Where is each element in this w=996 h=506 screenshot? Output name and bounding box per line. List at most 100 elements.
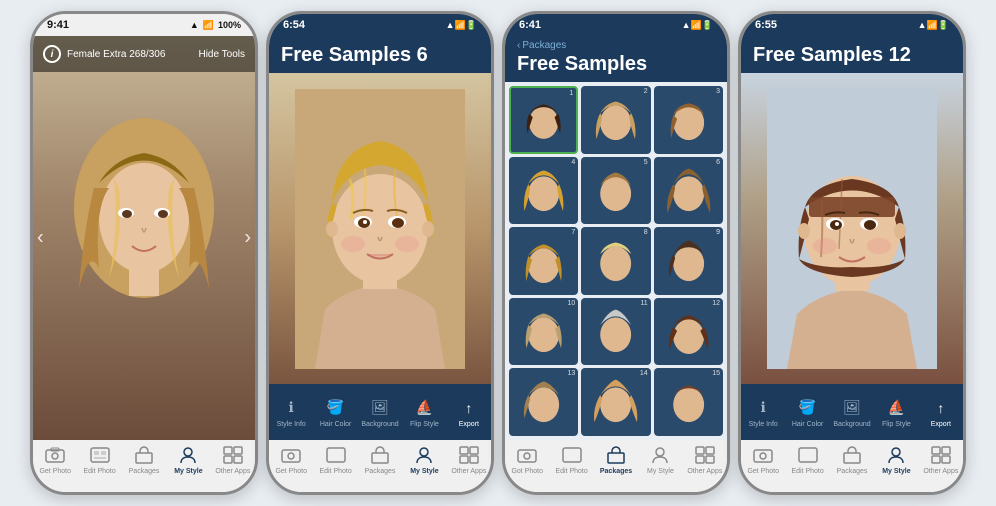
nav-my-style-2[interactable]: My Style: [402, 444, 446, 475]
screen-content-3: ‹ Packages Free Samples 1 2 3: [505, 36, 727, 440]
grid-thumb-6[interactable]: 6: [654, 157, 723, 225]
screenshots-container: 9:41 ▲ 📶 100% i Female Extra 268/306 Hid…: [20, 1, 976, 505]
nav-packages-1[interactable]: Packages: [122, 444, 166, 475]
nav-get-photo-1[interactable]: Get Photo: [33, 444, 77, 475]
top-bar-left-1: i Female Extra 268/306: [43, 45, 165, 63]
packages-label-3: Packages: [600, 468, 632, 475]
my-style-icon-3: [646, 444, 674, 466]
grid-thumb-9[interactable]: 9: [654, 227, 723, 295]
edit-photo-label-1: Edit Photo: [83, 468, 115, 475]
other-apps-label-1: Other Apps: [215, 468, 250, 475]
nav-packages-4[interactable]: Packages: [830, 444, 874, 475]
signal-icon-1: ▲: [190, 20, 199, 30]
grid-thumb-13[interactable]: 13: [509, 368, 578, 436]
back-label-3[interactable]: Packages: [522, 40, 566, 51]
toolbar-hair-color-4[interactable]: 🪣 Hair Color: [785, 397, 829, 428]
hide-tools-button[interactable]: Hide Tools: [198, 49, 245, 60]
grid-thumb-4[interactable]: 4: [509, 157, 578, 225]
edit-photo-label-2: Edit Photo: [319, 468, 351, 475]
grid-thumb-5[interactable]: 5: [581, 157, 650, 225]
toolbar-background-2[interactable]: 🖼 Background: [358, 397, 402, 428]
page-title-2: Free Samples 6: [281, 44, 479, 67]
edit-photo-label-3: Edit Photo: [555, 468, 587, 475]
nav-other-apps-2[interactable]: Other Apps: [447, 444, 491, 475]
grid-thumb-2[interactable]: 2: [581, 86, 650, 154]
grid-thumb-15[interactable]: 15: [654, 368, 723, 436]
style-info-label-2: Style Info: [277, 421, 306, 428]
status-icons-1: ▲ 📶 100%: [190, 20, 241, 31]
nav-get-photo-2[interactable]: Get Photo: [269, 444, 313, 475]
nav-edit-photo-4[interactable]: Edit Photo: [785, 444, 829, 475]
grid-thumb-10[interactable]: 10: [509, 298, 578, 366]
toolbar-style-info-4[interactable]: ℹ Style Info: [741, 397, 785, 428]
face-illustration-2: [295, 89, 465, 369]
nav-packages-2[interactable]: Packages: [358, 444, 402, 475]
my-style-label-1: My Style: [174, 468, 202, 475]
app-header-2: Free Samples 6: [269, 36, 491, 73]
other-apps-icon-1: [219, 444, 247, 466]
toolbar-background-4[interactable]: 🖼 Background: [830, 397, 874, 428]
grid-thumb-14[interactable]: 14: [581, 368, 650, 436]
arrow-left-1[interactable]: ‹: [37, 227, 44, 250]
photo-area-4: [741, 73, 963, 384]
background-icon-2: 🖼: [366, 397, 394, 419]
face-illustration-4: [767, 89, 937, 369]
packages-icon-4: [838, 444, 866, 466]
export-label-2: Export: [459, 421, 479, 428]
toolbar-2: ℹ Style Info 🪣 Hair Color 🖼 Background ⛵…: [269, 384, 491, 440]
toolbar-export-4[interactable]: ↑ Export: [919, 397, 963, 428]
toolbar-hair-color-2[interactable]: 🪣 Hair Color: [313, 397, 357, 428]
status-bar-2: 6:54 ▲📶🔋: [269, 14, 491, 36]
nav-got-photo-3[interactable]: Got Photo: [505, 444, 549, 475]
toolbar-flip-4[interactable]: ⛵ Flip Style: [874, 397, 918, 428]
toolbar-export-2[interactable]: ↑ Export: [447, 397, 491, 428]
edit-photo-label-4: Edit Photo: [791, 468, 823, 475]
nav-edit-photo-3[interactable]: Edit Photo: [549, 444, 593, 475]
hair-color-label-2: Hair Color: [320, 421, 352, 428]
nav-packages-3[interactable]: Packages: [594, 444, 638, 475]
nav-other-apps-4[interactable]: Other Apps: [919, 444, 963, 475]
get-photo-label-4: Get Photo: [747, 468, 779, 475]
packages-label-2: Packages: [365, 468, 396, 475]
signal-4: ▲📶🔋: [918, 20, 949, 31]
nav-edit-photo-1[interactable]: Edit Photo: [77, 444, 121, 475]
phone-2: 6:54 ▲📶🔋 Free Samples 6: [266, 11, 494, 495]
time-2: 6:54: [283, 19, 305, 31]
info-icon-1[interactable]: i: [43, 45, 61, 63]
nav-get-photo-4[interactable]: Get Photo: [741, 444, 785, 475]
toolbar-style-info-2[interactable]: ℹ Style Info: [269, 397, 313, 428]
nav-my-style-4[interactable]: My Style: [874, 444, 918, 475]
toolbar-flip-2[interactable]: ⛵ Flip Style: [402, 397, 446, 428]
header-title-1: Female Extra 268/306: [67, 49, 165, 60]
other-apps-label-2: Other Apps: [451, 468, 486, 475]
nav-other-apps-1[interactable]: Other Apps: [211, 444, 255, 475]
nav-my-style-1[interactable]: My Style: [166, 444, 210, 475]
my-style-label-4: My Style: [882, 468, 910, 475]
battery-1: 100%: [218, 20, 241, 30]
signal-2: ▲📶🔋: [446, 20, 477, 31]
get-photo-icon-2: [277, 444, 305, 466]
grid-thumb-12[interactable]: 12: [654, 298, 723, 366]
grid-thumb-1[interactable]: 1: [509, 86, 578, 154]
grid-area-3: 1 2 3 4 5: [505, 82, 727, 440]
nav-my-style-3[interactable]: My Style: [638, 444, 682, 475]
screen-content-2: Free Samples 6: [269, 36, 491, 440]
back-chevron-3: ‹: [517, 40, 520, 51]
style-info-label-4: Style Info: [749, 421, 778, 428]
time-4: 6:55: [755, 19, 777, 31]
nav-other-apps-3[interactable]: Other Apps: [683, 444, 727, 475]
grid-thumb-8[interactable]: 8: [581, 227, 650, 295]
status-bar-1: 9:41 ▲ 📶 100%: [33, 14, 255, 36]
got-photo-icon-3: [513, 444, 541, 466]
hair-photo-1: ‹: [33, 36, 255, 440]
flip-label-2: Flip Style: [410, 421, 439, 428]
hair-color-icon-4: 🪣: [794, 397, 822, 419]
time-1: 9:41: [47, 19, 69, 31]
other-apps-icon-3: [691, 444, 719, 466]
arrow-right-1[interactable]: ›: [244, 227, 251, 250]
grid-thumb-11[interactable]: 11: [581, 298, 650, 366]
background-label-2: Background: [361, 421, 398, 428]
grid-thumb-3[interactable]: 3: [654, 86, 723, 154]
grid-thumb-7[interactable]: 7: [509, 227, 578, 295]
nav-edit-photo-2[interactable]: Edit Photo: [313, 444, 357, 475]
